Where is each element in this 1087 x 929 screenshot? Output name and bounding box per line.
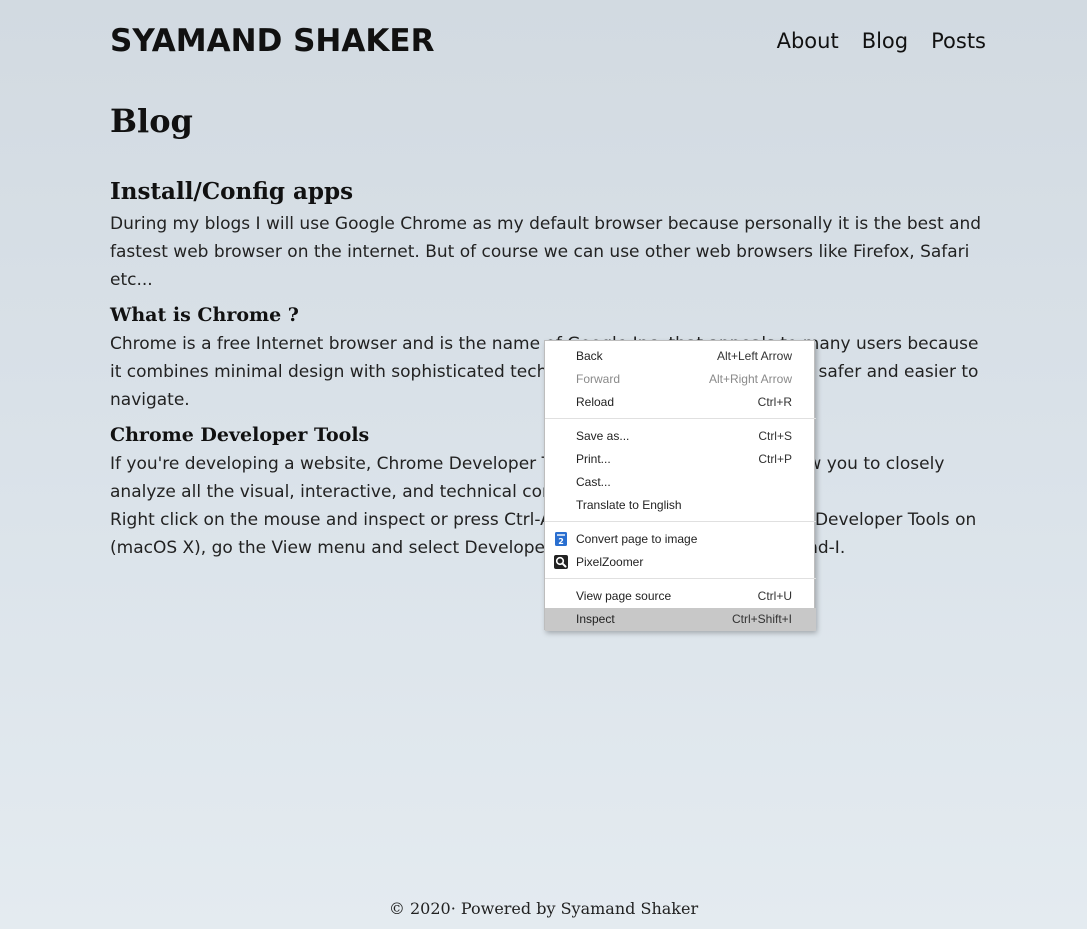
menu-separator	[545, 521, 816, 522]
menu-item-back[interactable]: Back Alt+Left Arrow	[545, 345, 816, 368]
menu-item-label: Reload	[576, 395, 615, 409]
menu-item-shortcut: Ctrl+Shift+I	[731, 612, 792, 626]
convert-page-extension-icon: 2	[554, 532, 568, 546]
nav-link-posts[interactable]: Posts	[931, 18, 986, 64]
heading-what-is-chrome: What is Chrome ?	[110, 304, 299, 326]
menu-item-shortcut: Ctrl+P	[758, 452, 792, 466]
heading-install-config: Install/Config apps	[110, 178, 354, 205]
site-footer: © 2020· Powered by Syamand Shaker	[388, 899, 699, 918]
menu-item-convert-page[interactable]: 2 Convert page to image	[545, 528, 816, 551]
site-header: SYAMAND SHAKER About Blog Posts	[110, 18, 986, 64]
menu-item-label: Back	[576, 349, 603, 363]
menu-item-shortcut: Ctrl+U	[757, 589, 792, 603]
menu-item-label: Save as...	[576, 429, 630, 443]
context-menu: Back Alt+Left Arrow Forward Alt+Right Ar…	[544, 340, 816, 631]
menu-item-shortcut: Alt+Left Arrow	[716, 349, 792, 363]
menu-item-label: View page source	[576, 589, 672, 603]
menu-item-cast[interactable]: Cast...	[545, 471, 816, 494]
menu-separator	[545, 578, 816, 579]
menu-item-forward[interactable]: Forward Alt+Right Arrow	[545, 368, 816, 391]
menu-item-shortcut: Ctrl+R	[757, 395, 792, 409]
menu-item-view-source[interactable]: View page source Ctrl+U	[545, 585, 816, 608]
menu-item-print[interactable]: Print... Ctrl+P	[545, 448, 816, 471]
menu-item-label: PixelZoomer	[576, 555, 644, 569]
menu-item-label: Inspect	[576, 612, 615, 626]
menu-item-inspect[interactable]: Inspect Ctrl+Shift+I	[545, 608, 816, 631]
nav-link-about[interactable]: About	[777, 18, 839, 64]
menu-item-label: Convert page to image	[576, 532, 698, 546]
menu-item-reload[interactable]: Reload Ctrl+R	[545, 391, 816, 414]
menu-item-label: Translate to English	[576, 498, 682, 512]
menu-item-shortcut: Ctrl+S	[758, 429, 792, 443]
paragraph-install-config: During my blogs I will use Google Chrome…	[110, 214, 982, 290]
menu-item-label: Print...	[576, 452, 611, 466]
site-title[interactable]: SYAMAND SHAKER	[110, 18, 434, 64]
menu-item-label: Cast...	[576, 475, 611, 489]
menu-item-shortcut: Alt+Right Arrow	[708, 372, 792, 386]
site-nav: About Blog Posts	[777, 18, 986, 64]
pixelzoomer-magnifier-icon	[554, 555, 568, 569]
nav-link-blog[interactable]: Blog	[862, 18, 908, 64]
svg-text:2: 2	[558, 537, 564, 546]
menu-item-translate[interactable]: Translate to English	[545, 494, 816, 517]
menu-separator	[545, 418, 816, 419]
page-title: Blog	[110, 102, 193, 140]
menu-item-label: Forward	[576, 372, 621, 386]
menu-item-pixelzoomer[interactable]: PixelZoomer	[545, 551, 816, 574]
menu-item-save-as[interactable]: Save as... Ctrl+S	[545, 425, 816, 448]
